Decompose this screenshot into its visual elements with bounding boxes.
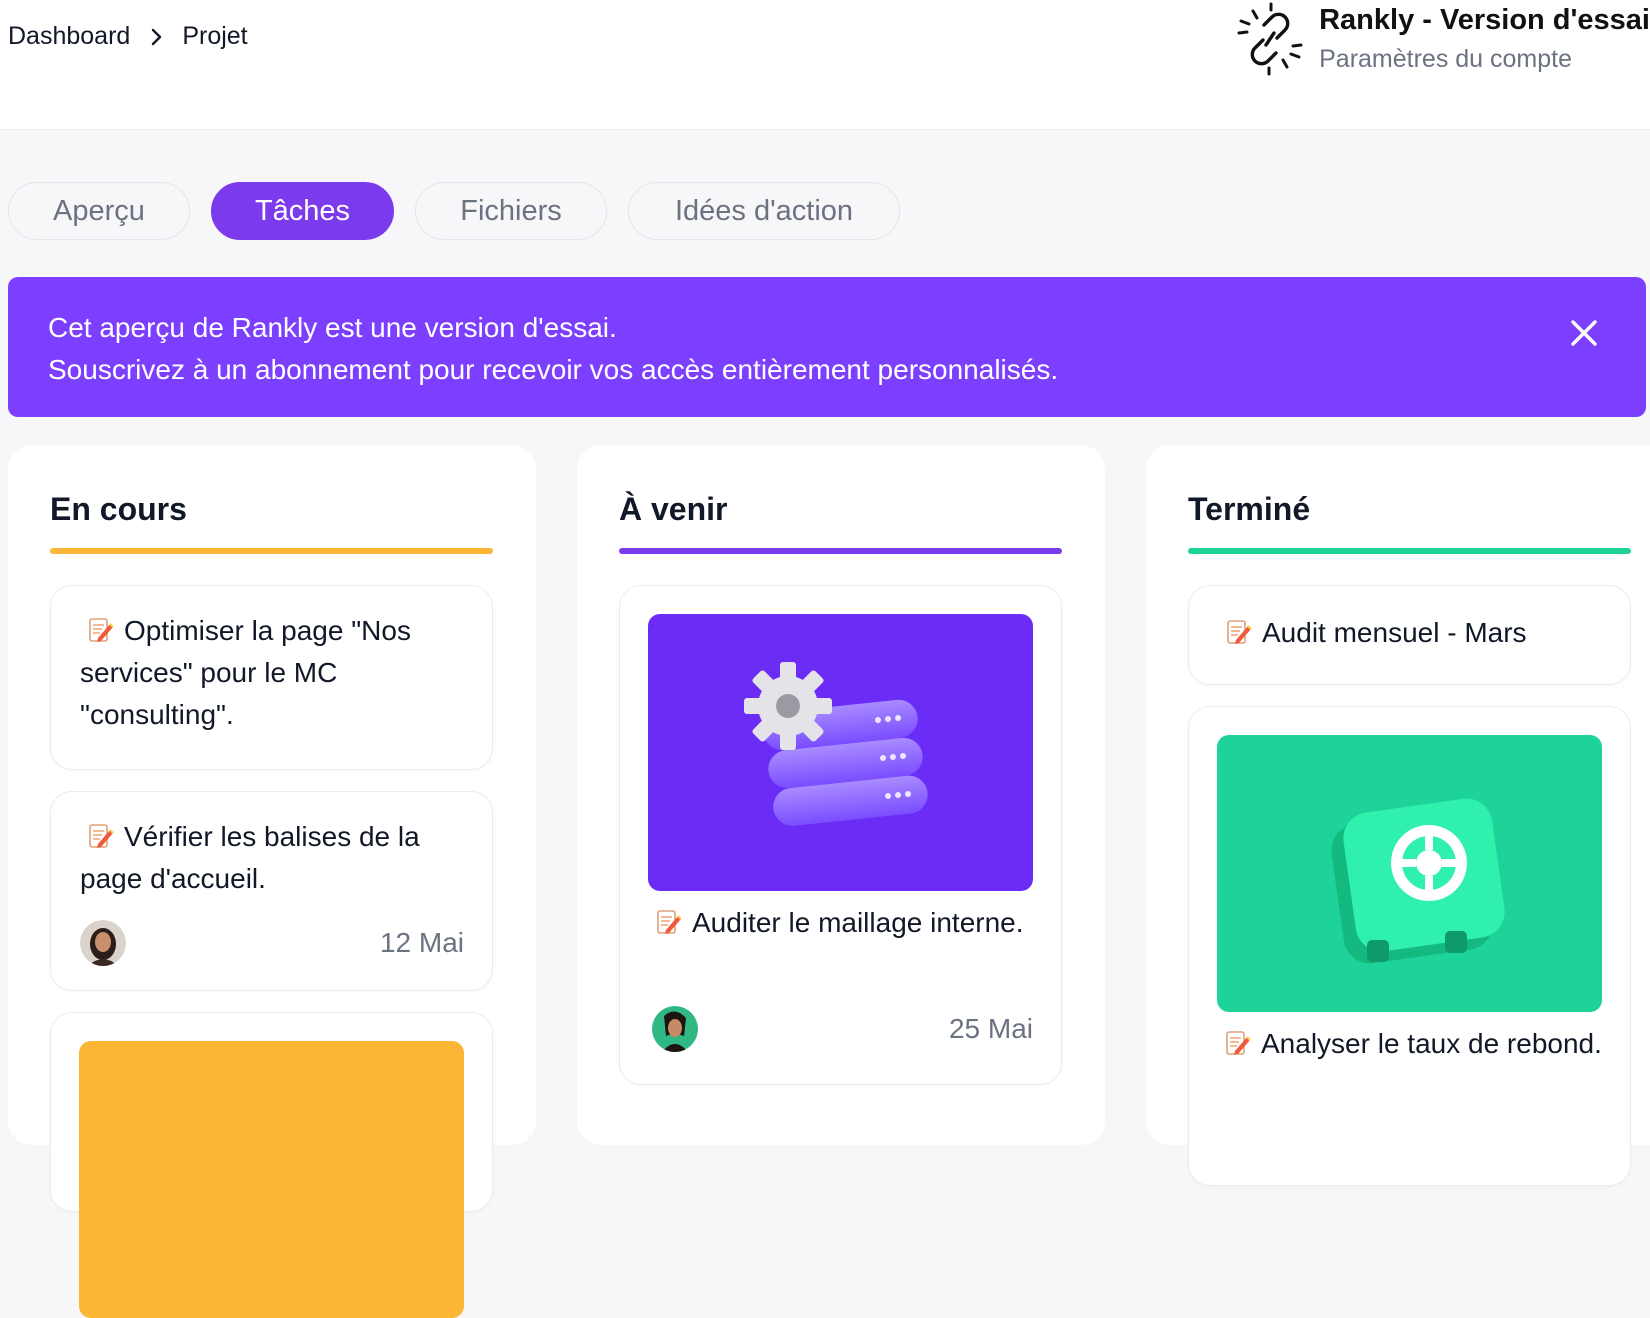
task-card[interactable]: Vérifier les balises de la page d'accuei… [50, 791, 493, 991]
close-icon[interactable] [1566, 315, 1602, 351]
avatar[interactable] [652, 1006, 698, 1052]
memo-icon [89, 618, 114, 642]
task-card[interactable] [50, 1012, 493, 1318]
column-title: Terminé [1188, 491, 1311, 527]
column-status-bar [50, 548, 493, 554]
task-title: Auditer le maillage interne. [692, 907, 1024, 938]
column-status-bar [619, 548, 1062, 554]
tab-bar: Aperçu Tâches Fichiers Idées d'action [8, 182, 921, 240]
column-title: À venir [619, 491, 728, 527]
task-title: Optimiser la page "Nos services" pour le… [80, 615, 411, 730]
banner-line-2: Souscrivez à un abonnement pour recevoir… [48, 354, 1059, 385]
tab-taches[interactable]: Tâches [211, 182, 394, 240]
memo-icon [1227, 620, 1252, 644]
column-en-cours: En cours Optimiser la page "Nos services… [8, 445, 536, 1318]
task-cover-image [79, 1041, 464, 1318]
tab-apercu[interactable]: Aperçu [8, 182, 190, 240]
task-title: Vérifier les balises de la page d'accuei… [80, 821, 420, 894]
server-gear-illustration [744, 662, 928, 826]
tab-idees-action[interactable]: Idées d'action [628, 182, 900, 240]
task-cover-image [1217, 735, 1602, 1012]
memo-icon [1226, 1031, 1251, 1055]
account-settings-link[interactable]: Paramètres du compte [1319, 45, 1650, 74]
breadcrumb-projet[interactable]: Projet [182, 22, 247, 51]
breadcrumb-dashboard[interactable]: Dashboard [8, 22, 130, 51]
column-status-bar [1188, 548, 1631, 554]
memo-icon [657, 910, 682, 934]
memo-icon [89, 824, 114, 848]
task-cover-image [648, 614, 1033, 891]
trial-banner: Cet aperçu de Rankly est une version d'e… [8, 277, 1646, 417]
task-title: Analyser le taux de rebond. [1261, 1028, 1602, 1059]
column-a-venir: À venir Auditer le maillage interne. 25 … [577, 445, 1105, 1145]
task-card[interactable]: Audit mensuel - Mars [1188, 585, 1631, 685]
rankly-logo-icon [1237, 2, 1303, 76]
avatar[interactable] [80, 920, 126, 966]
account-title: Rankly - Version d'essai [1319, 4, 1650, 36]
top-bar: Dashboard Projet Rankly - Version d'essa… [0, 0, 1650, 130]
tab-fichiers[interactable]: Fichiers [415, 182, 607, 240]
column-termine: Terminé Audit mensuel - Mars Analyser le… [1146, 445, 1650, 1186]
task-title: Audit mensuel - Mars [1262, 617, 1527, 648]
chevron-right-icon [152, 28, 162, 45]
due-date: 25 Mai [948, 1013, 1033, 1044]
banner-line-1: Cet aperçu de Rankly est une version d'e… [48, 312, 617, 343]
breadcrumb: Dashboard Projet [8, 22, 248, 51]
due-date: 12 Mai [379, 927, 464, 958]
task-card[interactable]: Analyser le taux de rebond. [1188, 706, 1631, 1186]
safe-illustration [1331, 798, 1505, 964]
task-card[interactable]: Auditer le maillage interne. 25 Mai [619, 585, 1062, 1085]
account-menu[interactable]: Rankly - Version d'essai Paramètres du c… [1233, 0, 1650, 76]
task-card[interactable]: Optimiser la page "Nos services" pour le… [50, 585, 493, 770]
column-title: En cours [50, 491, 187, 527]
